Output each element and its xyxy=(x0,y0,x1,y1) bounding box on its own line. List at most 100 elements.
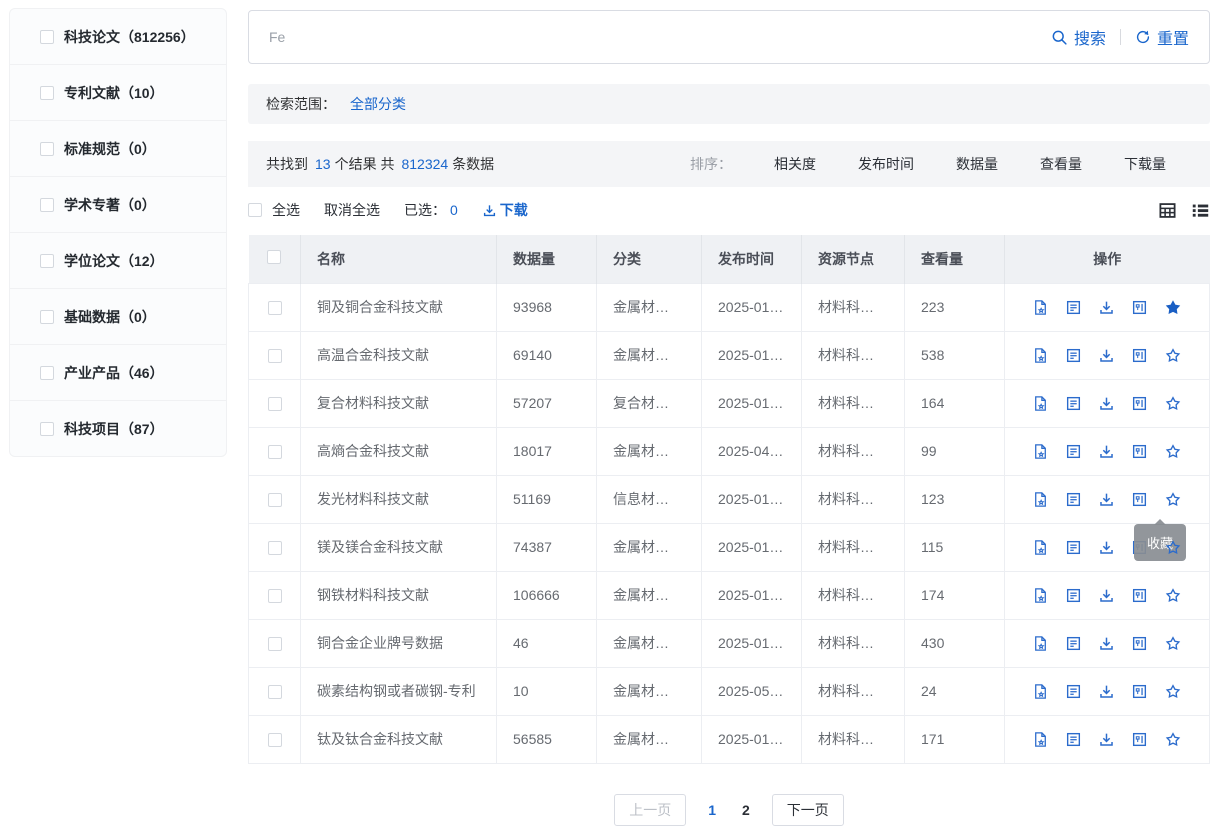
report-icon[interactable] xyxy=(1032,299,1049,316)
detail-icon[interactable] xyxy=(1065,491,1082,508)
detail-icon[interactable] xyxy=(1065,347,1082,364)
dataset-name[interactable]: 高熵合金科技文献 xyxy=(301,427,497,475)
detail-icon[interactable] xyxy=(1065,539,1082,556)
dataset-name[interactable]: 复合材料科技文献 xyxy=(301,379,497,427)
header-checkbox[interactable] xyxy=(267,250,281,264)
download-file-icon[interactable] xyxy=(1098,539,1115,556)
page-number[interactable]: 2 xyxy=(742,802,750,818)
next-page-button[interactable]: 下一页 xyxy=(772,794,844,826)
search-input[interactable] xyxy=(269,29,1051,45)
row-checkbox[interactable] xyxy=(268,445,282,459)
row-checkbox[interactable] xyxy=(268,589,282,603)
dataset-name[interactable]: 镁及镁合金科技文献 xyxy=(301,523,497,571)
category-checkbox[interactable] xyxy=(40,254,54,268)
report-icon[interactable] xyxy=(1032,539,1049,556)
citation-icon[interactable] xyxy=(1131,347,1148,364)
star-icon[interactable] xyxy=(1164,730,1182,748)
category-checkbox[interactable] xyxy=(40,198,54,212)
star-icon[interactable] xyxy=(1164,586,1182,604)
star-icon[interactable] xyxy=(1164,682,1182,700)
row-checkbox[interactable] xyxy=(268,685,282,699)
report-icon[interactable] xyxy=(1032,683,1049,700)
citation-icon[interactable] xyxy=(1131,491,1148,508)
sidebar-item-标准规范[interactable]: 标准规范（0） xyxy=(10,121,226,177)
star-icon[interactable] xyxy=(1164,298,1182,316)
sidebar-item-基础数据[interactable]: 基础数据（0） xyxy=(10,289,226,345)
sort-option[interactable]: 查看量 xyxy=(1040,154,1082,174)
star-icon[interactable] xyxy=(1164,346,1182,364)
download-selected-button[interactable]: 下载 xyxy=(482,200,528,220)
detail-icon[interactable] xyxy=(1065,395,1082,412)
sidebar-item-专利文献[interactable]: 专利文献（10） xyxy=(10,65,226,121)
row-checkbox[interactable] xyxy=(268,397,282,411)
dataset-name[interactable]: 发光材料科技文献 xyxy=(301,475,497,523)
reset-button[interactable]: 重置 xyxy=(1135,25,1189,49)
row-checkbox[interactable] xyxy=(268,349,282,363)
sidebar-item-科技项目[interactable]: 科技项目（87） xyxy=(10,401,226,457)
detail-icon[interactable] xyxy=(1065,731,1082,748)
select-all-checkbox[interactable] xyxy=(248,203,262,217)
report-icon[interactable] xyxy=(1032,491,1049,508)
dataset-name[interactable]: 高温合金科技文献 xyxy=(301,331,497,379)
sort-option[interactable]: 下载量 xyxy=(1124,154,1166,174)
category-checkbox[interactable] xyxy=(40,86,54,100)
report-icon[interactable] xyxy=(1032,443,1049,460)
star-icon[interactable] xyxy=(1164,490,1182,508)
row-checkbox[interactable] xyxy=(268,637,282,651)
citation-icon[interactable] xyxy=(1131,395,1148,412)
page-number[interactable]: 1 xyxy=(708,802,716,818)
sort-option[interactable]: 相关度 xyxy=(774,154,816,174)
sidebar-item-科技论文[interactable]: 科技论文（812256） xyxy=(10,9,226,65)
category-checkbox[interactable] xyxy=(40,30,54,44)
citation-icon[interactable] xyxy=(1131,587,1148,604)
report-icon[interactable] xyxy=(1032,395,1049,412)
category-checkbox[interactable] xyxy=(40,310,54,324)
download-file-icon[interactable] xyxy=(1098,491,1115,508)
download-file-icon[interactable] xyxy=(1098,395,1115,412)
star-icon[interactable] xyxy=(1164,634,1182,652)
row-checkbox[interactable] xyxy=(268,493,282,507)
citation-icon[interactable] xyxy=(1131,731,1148,748)
report-icon[interactable] xyxy=(1032,731,1049,748)
report-icon[interactable] xyxy=(1032,347,1049,364)
search-button[interactable]: 搜索 xyxy=(1051,25,1106,49)
star-icon[interactable] xyxy=(1164,394,1182,412)
deselect-all-button[interactable]: 取消全选 xyxy=(324,200,380,220)
category-checkbox[interactable] xyxy=(40,142,54,156)
download-file-icon[interactable] xyxy=(1098,443,1115,460)
download-file-icon[interactable] xyxy=(1098,731,1115,748)
detail-icon[interactable] xyxy=(1065,299,1082,316)
detail-icon[interactable] xyxy=(1065,635,1082,652)
sidebar-item-学位论文[interactable]: 学位论文（12） xyxy=(10,233,226,289)
table-view-icon[interactable] xyxy=(1158,201,1177,220)
download-file-icon[interactable] xyxy=(1098,635,1115,652)
dataset-name[interactable]: 碳素结构钢或者碳钢-专利 xyxy=(301,667,497,715)
row-checkbox[interactable] xyxy=(268,301,282,315)
download-file-icon[interactable] xyxy=(1098,587,1115,604)
prev-page-button[interactable]: 上一页 xyxy=(614,794,686,826)
citation-icon[interactable] xyxy=(1131,635,1148,652)
detail-icon[interactable] xyxy=(1065,587,1082,604)
sidebar-item-学术专著[interactable]: 学术专著（0） xyxy=(10,177,226,233)
row-checkbox[interactable] xyxy=(268,541,282,555)
detail-icon[interactable] xyxy=(1065,683,1082,700)
select-all-button[interactable]: 全选 xyxy=(272,200,300,220)
dataset-name[interactable]: 铜合金企业牌号数据 xyxy=(301,619,497,667)
sort-option[interactable]: 数据量 xyxy=(956,154,998,174)
citation-icon[interactable] xyxy=(1131,683,1148,700)
list-view-icon[interactable] xyxy=(1191,201,1210,220)
category-checkbox[interactable] xyxy=(40,366,54,380)
scope-value-link[interactable]: 全部分类 xyxy=(350,94,406,114)
row-checkbox[interactable] xyxy=(268,733,282,747)
dataset-name[interactable]: 铜及铜合金科技文献 xyxy=(301,283,497,331)
download-file-icon[interactable] xyxy=(1098,347,1115,364)
report-icon[interactable] xyxy=(1032,587,1049,604)
star-icon[interactable] xyxy=(1164,538,1182,556)
star-icon[interactable] xyxy=(1164,442,1182,460)
sidebar-item-产业产品[interactable]: 产业产品（46） xyxy=(10,345,226,401)
dataset-name[interactable]: 钛及钛合金科技文献 xyxy=(301,715,497,763)
sort-option[interactable]: 发布时间 xyxy=(858,154,914,174)
citation-icon[interactable] xyxy=(1131,299,1148,316)
dataset-name[interactable]: 钢铁材料科技文献 xyxy=(301,571,497,619)
detail-icon[interactable] xyxy=(1065,443,1082,460)
